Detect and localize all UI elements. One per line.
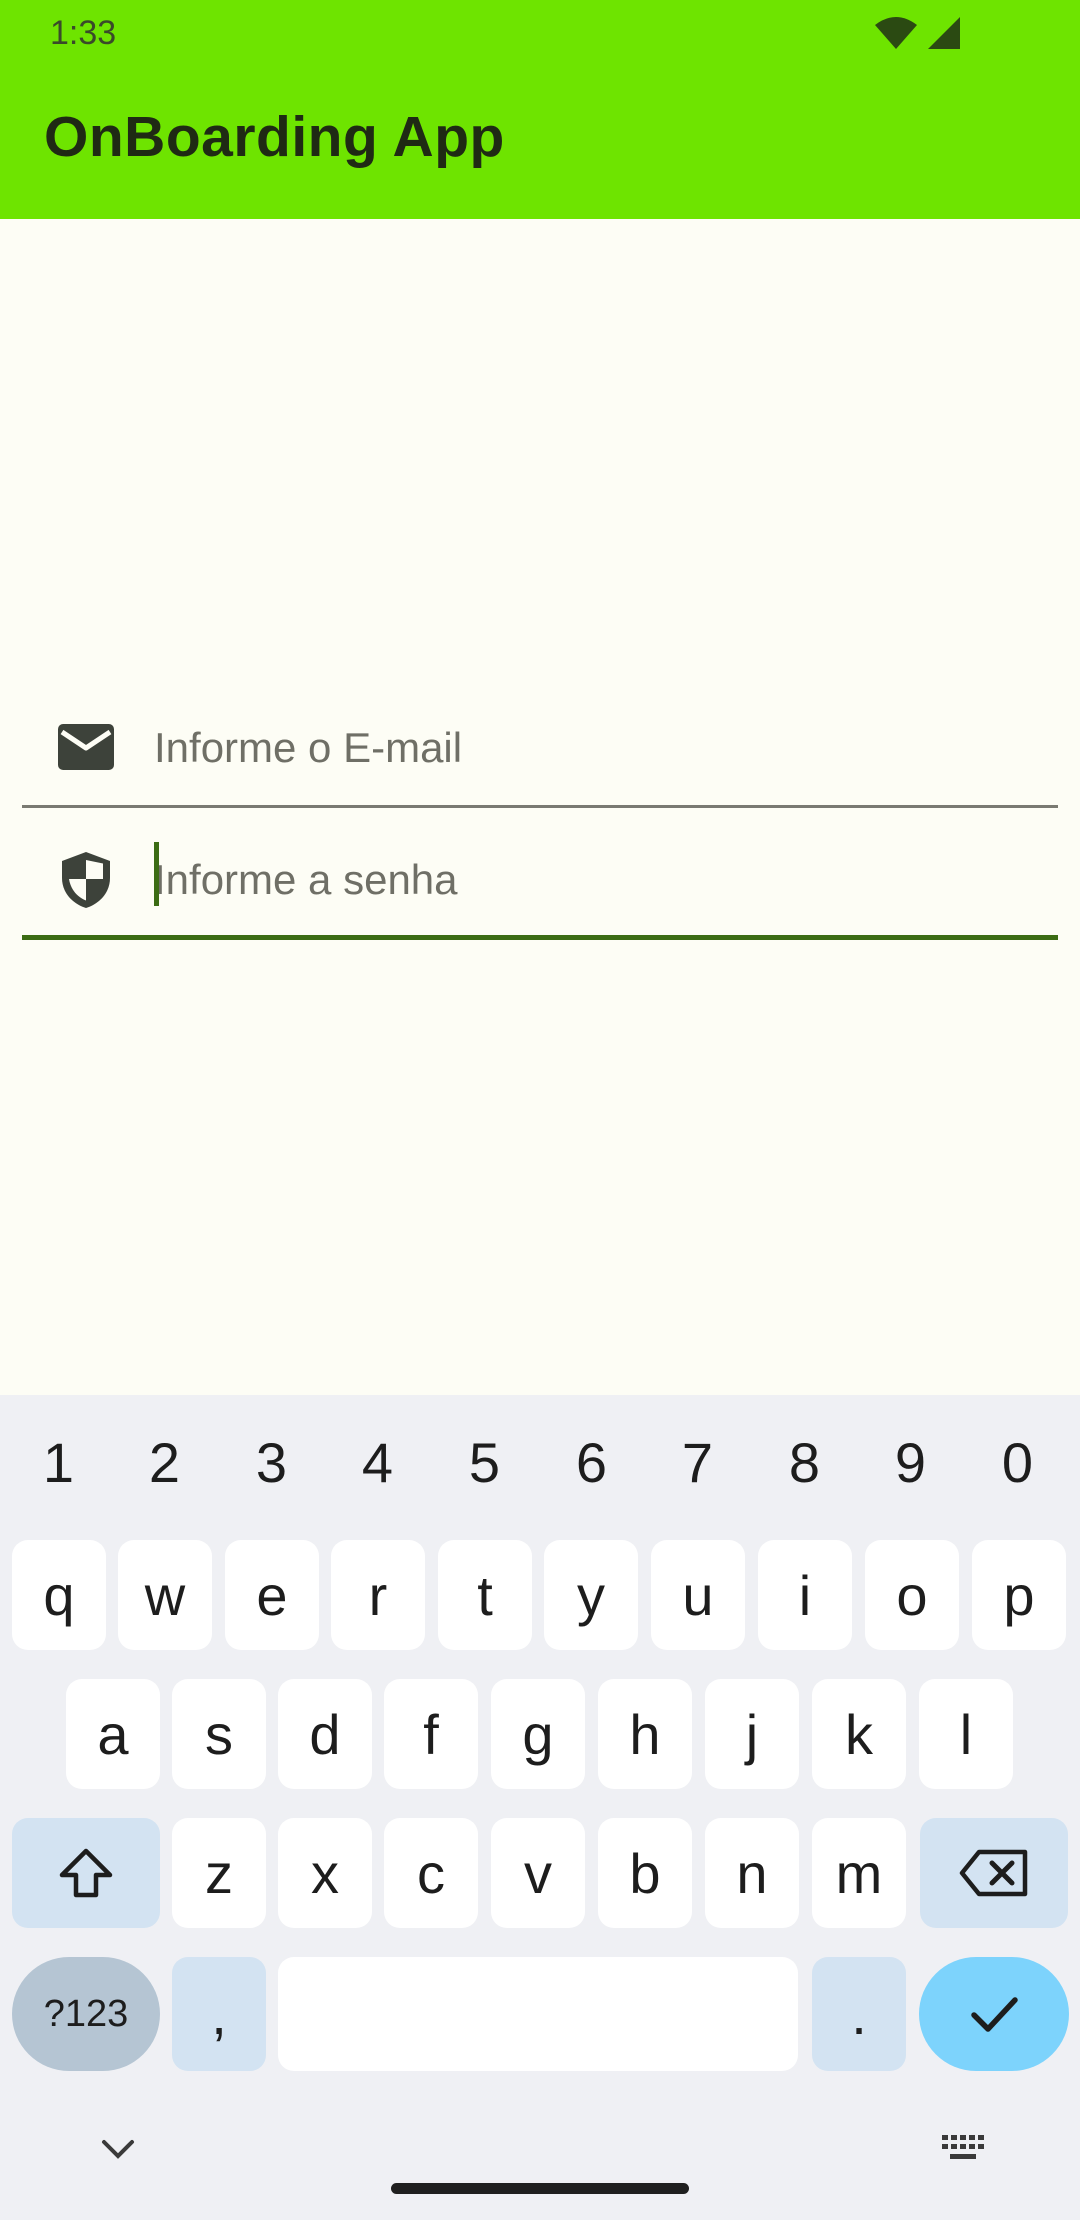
key-b[interactable]: b bbox=[598, 1818, 692, 1928]
key-j[interactable]: j bbox=[705, 1679, 799, 1789]
key-g[interactable]: g bbox=[491, 1679, 585, 1789]
key-l[interactable]: l bbox=[919, 1679, 1013, 1789]
status-icons bbox=[874, 16, 962, 52]
key-0[interactable]: 0 bbox=[964, 1417, 1071, 1507]
key-y[interactable]: y bbox=[544, 1540, 638, 1650]
checkmark-icon bbox=[971, 1997, 1018, 2032]
period-key[interactable]: . bbox=[812, 1957, 906, 2071]
key-u[interactable]: u bbox=[651, 1540, 745, 1650]
password-input[interactable] bbox=[154, 846, 1034, 914]
key-o[interactable]: o bbox=[865, 1540, 959, 1650]
key-s[interactable]: s bbox=[172, 1679, 266, 1789]
key-6[interactable]: 6 bbox=[538, 1417, 645, 1507]
shift-icon bbox=[59, 1848, 113, 1898]
key-5[interactable]: 5 bbox=[431, 1417, 538, 1507]
navigation-bar bbox=[0, 2105, 1080, 2220]
key-9[interactable]: 9 bbox=[857, 1417, 964, 1507]
key-r[interactable]: r bbox=[331, 1540, 425, 1650]
chevron-down-icon[interactable] bbox=[98, 2129, 138, 2169]
app-title: OnBoarding App bbox=[44, 105, 505, 169]
key-p[interactable]: p bbox=[972, 1540, 1066, 1650]
key-a[interactable]: a bbox=[66, 1679, 160, 1789]
key-z[interactable]: z bbox=[172, 1818, 266, 1928]
key-x[interactable]: x bbox=[278, 1818, 372, 1928]
key-i[interactable]: i bbox=[758, 1540, 852, 1650]
backspace-key[interactable] bbox=[920, 1818, 1068, 1928]
email-input[interactable] bbox=[154, 714, 1034, 782]
backspace-icon bbox=[959, 1849, 1028, 1897]
email-field[interactable] bbox=[22, 690, 1058, 808]
wifi-icon bbox=[875, 17, 917, 49]
email-icon bbox=[58, 724, 114, 770]
key-q[interactable]: q bbox=[12, 1540, 106, 1650]
key-k[interactable]: k bbox=[812, 1679, 906, 1789]
app-bar: 1:33 OnBoarding App bbox=[0, 0, 1080, 219]
key-f[interactable]: f bbox=[384, 1679, 478, 1789]
status-time: 1:33 bbox=[50, 14, 117, 52]
space-key[interactable] bbox=[278, 1957, 798, 2071]
key-1[interactable]: 1 bbox=[5, 1417, 112, 1507]
key-2[interactable]: 2 bbox=[111, 1417, 218, 1507]
home-handle[interactable] bbox=[391, 2183, 689, 2194]
enter-key[interactable] bbox=[919, 1957, 1069, 2071]
soft-keyboard: 1 2 3 4 5 6 7 8 9 0 q w e r t y u i o p … bbox=[0, 1395, 1080, 2220]
text-cursor bbox=[154, 842, 159, 906]
key-v[interactable]: v bbox=[491, 1818, 585, 1928]
cellular-signal-icon bbox=[928, 17, 960, 49]
key-4[interactable]: 4 bbox=[324, 1417, 431, 1507]
keyboard-icon[interactable] bbox=[940, 2133, 986, 2163]
key-w[interactable]: w bbox=[118, 1540, 212, 1650]
symbols-key[interactable]: ?123 bbox=[12, 1957, 160, 2071]
comma-key[interactable]: , bbox=[172, 1957, 266, 2071]
key-m[interactable]: m bbox=[812, 1818, 906, 1928]
key-c[interactable]: c bbox=[384, 1818, 478, 1928]
key-d[interactable]: d bbox=[278, 1679, 372, 1789]
key-n[interactable]: n bbox=[705, 1818, 799, 1928]
shift-key[interactable] bbox=[12, 1818, 160, 1928]
key-e[interactable]: e bbox=[225, 1540, 319, 1650]
key-8[interactable]: 8 bbox=[751, 1417, 858, 1507]
password-field[interactable] bbox=[22, 822, 1058, 940]
key-7[interactable]: 7 bbox=[644, 1417, 751, 1507]
shield-icon bbox=[62, 852, 110, 908]
number-row: 1 2 3 4 5 6 7 8 9 0 bbox=[0, 1417, 1080, 1507]
key-t[interactable]: t bbox=[438, 1540, 532, 1650]
key-3[interactable]: 3 bbox=[218, 1417, 325, 1507]
key-h[interactable]: h bbox=[598, 1679, 692, 1789]
